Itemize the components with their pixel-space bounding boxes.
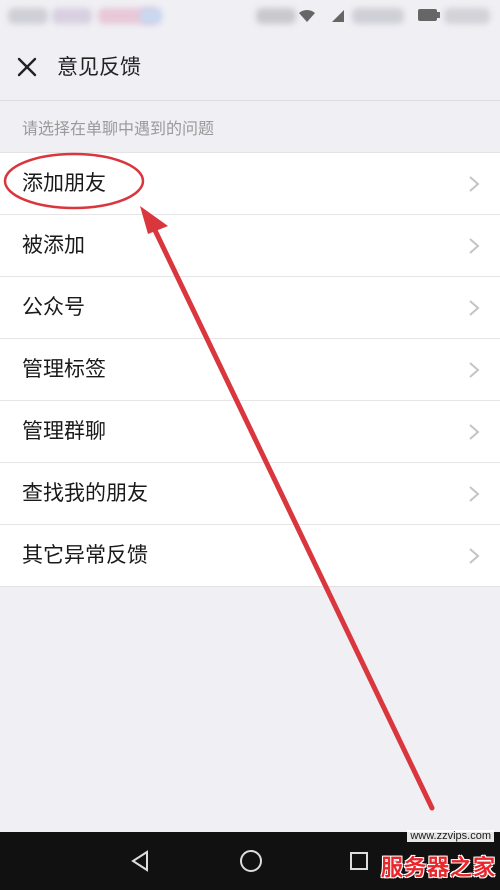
watermark-url: www.zzvips.com bbox=[407, 830, 494, 842]
status-blur-left-2 bbox=[52, 8, 92, 24]
list-item-being-added[interactable]: 被添加 bbox=[0, 215, 500, 277]
list-item-label: 被添加 bbox=[22, 233, 85, 257]
status-bar bbox=[0, 0, 500, 34]
wifi-icon bbox=[298, 8, 316, 29]
section-hint: 请选择在单聊中遇到的问题 bbox=[22, 119, 215, 138]
chevron-right-icon bbox=[468, 237, 480, 255]
chevron-right-icon bbox=[468, 175, 480, 193]
list-item-label: 公众号 bbox=[22, 295, 85, 319]
header: 意见反馈 bbox=[0, 34, 500, 101]
chevron-right-icon bbox=[468, 361, 480, 379]
status-blur-left-4 bbox=[140, 8, 162, 24]
list-item-find-friends[interactable]: 查找我的朋友 bbox=[0, 463, 500, 525]
circle-home-icon[interactable] bbox=[236, 846, 266, 876]
list-item-label: 管理标签 bbox=[22, 357, 106, 381]
watermark: www.zzvips.com 服务器之家 bbox=[370, 828, 500, 890]
page-title: 意见反馈 bbox=[57, 55, 141, 79]
feedback-options-list: 添加朋友 被添加 公众号 管理标签 管理群聊 查找我的朋友 其它异常反馈 bbox=[0, 152, 500, 587]
list-item-manage-groups[interactable]: 管理群聊 bbox=[0, 401, 500, 463]
status-blur-right bbox=[256, 8, 296, 24]
list-item-add-friend[interactable]: 添加朋友 bbox=[0, 153, 500, 215]
status-blur-time bbox=[444, 8, 490, 24]
list-item-label: 管理群聊 bbox=[22, 419, 106, 443]
list-item-other-feedback[interactable]: 其它异常反馈 bbox=[0, 525, 500, 586]
battery-icon bbox=[418, 8, 440, 27]
list-item-label: 查找我的朋友 bbox=[22, 481, 148, 505]
chevron-right-icon bbox=[468, 299, 480, 317]
chevron-right-icon bbox=[468, 423, 480, 441]
list-item-official-account[interactable]: 公众号 bbox=[0, 277, 500, 339]
list-item-label: 添加朋友 bbox=[22, 171, 106, 195]
chevron-right-icon bbox=[468, 547, 480, 565]
status-blur-left bbox=[8, 8, 48, 24]
chevron-right-icon bbox=[468, 485, 480, 503]
signal-icon bbox=[330, 8, 346, 29]
list-item-manage-tags[interactable]: 管理标签 bbox=[0, 339, 500, 401]
list-item-label: 其它异常反馈 bbox=[22, 543, 148, 567]
watermark-text: 服务器之家 bbox=[380, 856, 496, 881]
triangle-back-icon[interactable] bbox=[126, 846, 156, 876]
status-blur-right-2 bbox=[352, 8, 404, 24]
screen: 意见反馈 请选择在单聊中遇到的问题 添加朋友 被添加 公众号 管理标签 管理群聊… bbox=[0, 0, 500, 890]
close-icon[interactable] bbox=[14, 54, 40, 80]
